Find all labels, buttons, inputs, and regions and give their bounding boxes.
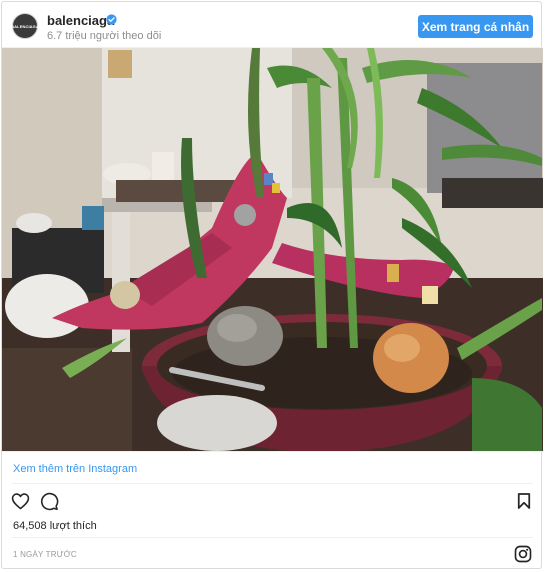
avatar-logo-text: BALENCIAGA	[11, 23, 39, 29]
instagram-embed-card: BALENCIAGA balenciaga 6.7 triệu người th…	[1, 1, 543, 569]
post-timestamp: 1 NGÀY TRƯỚC	[13, 550, 77, 559]
post-image-art	[2, 48, 543, 451]
like-count[interactable]: 64,508 lượt thích	[13, 520, 97, 532]
username[interactable]: balenciaga	[47, 13, 114, 28]
comment-icon[interactable]	[40, 492, 59, 511]
follower-count: 6.7 triệu người theo dõi	[47, 30, 162, 42]
heart-icon[interactable]	[11, 492, 30, 510]
avatar[interactable]: BALENCIAGA	[11, 13, 39, 39]
view-more-on-instagram-link[interactable]: Xem thêm trên Instagram	[13, 463, 137, 475]
divider	[12, 483, 533, 484]
divider	[12, 537, 533, 538]
post-image[interactable]	[2, 47, 543, 452]
bookmark-icon[interactable]	[517, 492, 531, 510]
verified-badge-icon	[106, 14, 117, 25]
view-profile-button[interactable]: Xem trang cá nhân	[418, 15, 533, 38]
instagram-logo-icon[interactable]	[514, 545, 532, 563]
post-header: BALENCIAGA balenciaga 6.7 triệu người th…	[2, 2, 541, 48]
